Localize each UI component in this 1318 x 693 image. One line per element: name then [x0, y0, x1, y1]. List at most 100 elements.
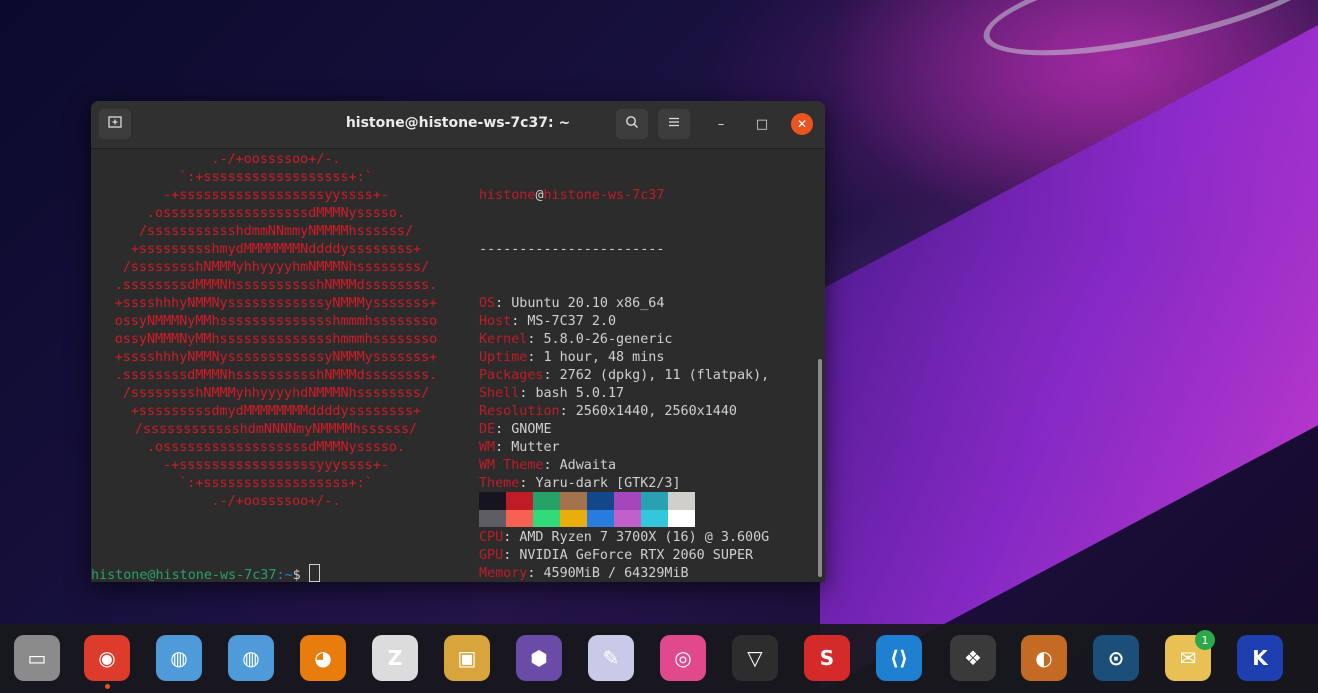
prompt-path: :~: [276, 568, 293, 582]
info-key: WM: [479, 440, 496, 455]
info-key: Shell: [479, 386, 520, 401]
krita-icon[interactable]: ✎: [588, 635, 634, 681]
info-key: Resolution: [479, 404, 560, 419]
info-value: 1 hour, 48 mins: [543, 350, 665, 365]
ascii-line: /sssssssshNMMMyhhyyyyhdNMMMNhssssssss/: [122, 386, 430, 401]
info-row: Shell: bash 5.0.17: [479, 386, 625, 401]
palette-swatch: [560, 492, 587, 510]
info-row: CPU: AMD Ryzen 7 3700X (16) @ 3.600G: [479, 530, 770, 545]
info-value: MS-7C37 2.0: [527, 314, 617, 329]
ascii-line: /ssssssssssshdmmNNmmyNMMMMhssssss/: [138, 224, 414, 239]
info-value: AMD Ryzen 7 3700X (16) @ 3.600G: [519, 530, 770, 545]
notification-badge: 1: [1195, 630, 1215, 650]
info-row: DE: GNOME: [479, 422, 552, 437]
info-user: histone: [479, 188, 536, 203]
vector-app-icon[interactable]: ▽: [732, 635, 778, 681]
ascii-line: -+sssssssssssssssssyyyssss+-: [163, 458, 389, 473]
minimize-icon: –: [717, 116, 725, 132]
ascii-line: +sssshhhyNMMNyssssssssssssyNMMMysssssss+: [114, 350, 438, 365]
info-key: Theme: [479, 476, 520, 491]
info-row: Kernel: 5.8.0-26-generic: [479, 332, 673, 347]
close-button[interactable]: ✕: [791, 113, 813, 135]
davinci-resolve-icon[interactable]: ❖: [950, 635, 996, 681]
info-separator: -----------------------: [479, 242, 665, 257]
maximize-button[interactable]: □: [752, 114, 772, 134]
info-row: Memory: 4590MiB / 64329MiB: [479, 566, 689, 581]
info-key: Kernel: [479, 332, 528, 347]
blender-launcher-icon[interactable]: ◍: [156, 635, 202, 681]
blender-launcher-2-icon[interactable]: ◍: [228, 635, 274, 681]
terminal-window[interactable]: histone@histone-ws-7c37: ~ – □ ✕ .-/+oos…: [91, 101, 825, 582]
palette-swatch: [479, 492, 506, 510]
ascii-line: .ssssssssdMMMNhsssssssssshNMMMdssssssss.: [114, 368, 438, 383]
text-cursor: [308, 564, 320, 582]
info-value: 2762 (dpkg), 11 (flatpak),: [559, 368, 770, 383]
cube-app-icon[interactable]: ⬢: [516, 635, 562, 681]
ascii-line: /sssssssshNMMMyhhyyyyhmNMMMNhssssssss/: [122, 260, 430, 275]
ascii-line: `:+ssssssssssssssssss+:`: [179, 170, 373, 185]
info-value: Adwaita: [559, 458, 617, 473]
info-key: Host: [479, 314, 512, 329]
ascii-line: ossyNMMMNyMMhsssssssssssssshmmmhssssssso: [114, 314, 438, 329]
ascii-line: .ossssssssssssssssssdMMMNysssso.: [147, 206, 405, 221]
palette-swatch: [506, 492, 533, 510]
blender-icon[interactable]: ◕: [300, 635, 346, 681]
ascii-line: +ssssssssshmydMMMMMMMNddddyssssssss+: [130, 242, 422, 257]
info-row: Uptime: 1 hour, 48 mins: [479, 350, 665, 365]
menu-button[interactable]: [658, 109, 690, 139]
palette-swatch: [560, 509, 587, 527]
dock: ▭ ◉ ◍ ◍ ◕ Z ▣ ⬢ ✎ ◎ ▽ S ⟨⟩ ❖ ◐ ⊙ ✉ 1 K: [0, 624, 1318, 693]
info-value: Yaru-dark [GTK2/3]: [535, 476, 681, 491]
chrome-icon[interactable]: ◉: [84, 635, 130, 681]
close-icon: ✕: [796, 117, 808, 131]
prompt-symbol: $: [292, 568, 301, 582]
info-host: histone-ws-7c37: [543, 188, 665, 203]
files-icon[interactable]: ▭: [14, 635, 60, 681]
info-value: NVIDIA GeForce RTX 2060 SUPER: [519, 548, 754, 563]
search-button[interactable]: [616, 109, 648, 139]
zbrush-icon[interactable]: Z: [372, 635, 418, 681]
scrollbar[interactable]: [818, 359, 822, 577]
info-at: @: [535, 188, 544, 203]
palette-swatch: [587, 509, 614, 527]
info-value: GNOME: [511, 422, 552, 437]
info-value: 5.8.0-26-generic: [543, 332, 673, 347]
titlebar[interactable]: histone@histone-ws-7c37: ~ – □ ✕: [91, 101, 825, 149]
palette-swatch: [641, 509, 668, 527]
prompt-user-host: histone@histone-ws-7c37: [91, 568, 277, 582]
info-key: Packages: [479, 368, 544, 383]
info-row: Packages: 2762 (dpkg), 11 (flatpak),: [479, 368, 770, 383]
info-row: GPU: NVIDIA GeForce RTX 2060 SUPER: [479, 548, 754, 563]
minimize-button[interactable]: –: [711, 114, 731, 134]
ascii-line: .-/+oossssoo+/-.: [211, 152, 341, 167]
ascii-line: +sssssssssdmydMMMMMMMMddddyssssssss+: [130, 404, 422, 419]
running-indicator: [105, 684, 110, 689]
info-row: WM: Mutter: [479, 440, 560, 455]
info-key: WM Theme: [479, 458, 544, 473]
houdini-icon[interactable]: ◐: [1021, 635, 1067, 681]
palette-swatch: [668, 492, 695, 510]
color-picker-icon[interactable]: ◎: [660, 635, 706, 681]
hamburger-menu-icon: [668, 116, 680, 132]
ascii-line: /sssssssssssshdmNNNNmyNMMMMhssssss/: [134, 422, 418, 437]
image-viewer-icon[interactable]: ▣: [444, 635, 490, 681]
shell-prompt[interactable]: histone@histone-ws-7c37:~$: [91, 564, 320, 582]
palette-swatch: [533, 492, 560, 510]
palette-swatch: [587, 492, 614, 510]
info-row: Theme: Yaru-dark [GTK2/3]: [479, 476, 681, 491]
palette-swatch: [641, 492, 668, 510]
kdenlive-icon[interactable]: K: [1237, 635, 1283, 681]
substance-icon[interactable]: S: [804, 635, 850, 681]
steam-icon[interactable]: ⊙: [1093, 635, 1139, 681]
vscode-icon[interactable]: ⟨⟩: [876, 635, 922, 681]
maximize-icon: □: [755, 116, 769, 132]
info-key: CPU: [479, 530, 504, 545]
info-value: 4590MiB / 64329MiB: [543, 566, 689, 581]
info-value: 2560x1440, 2560x1440: [575, 404, 737, 419]
ubuntu-ascii-logo: .-/+oossssoo+/-. `:+ssssssssssssssssss+:`…: [91, 151, 461, 511]
info-key: GPU: [479, 548, 504, 563]
info-value: bash 5.0.17: [535, 386, 625, 401]
info-row: Host: MS-7C37 2.0: [479, 314, 617, 329]
terminal-body[interactable]: .-/+oossssoo+/-. `:+ssssssssssssssssss+:`…: [91, 149, 825, 582]
ascii-line: .ssssssssdMMMNhsssssssssshNMMMdssssssss.: [114, 278, 438, 293]
